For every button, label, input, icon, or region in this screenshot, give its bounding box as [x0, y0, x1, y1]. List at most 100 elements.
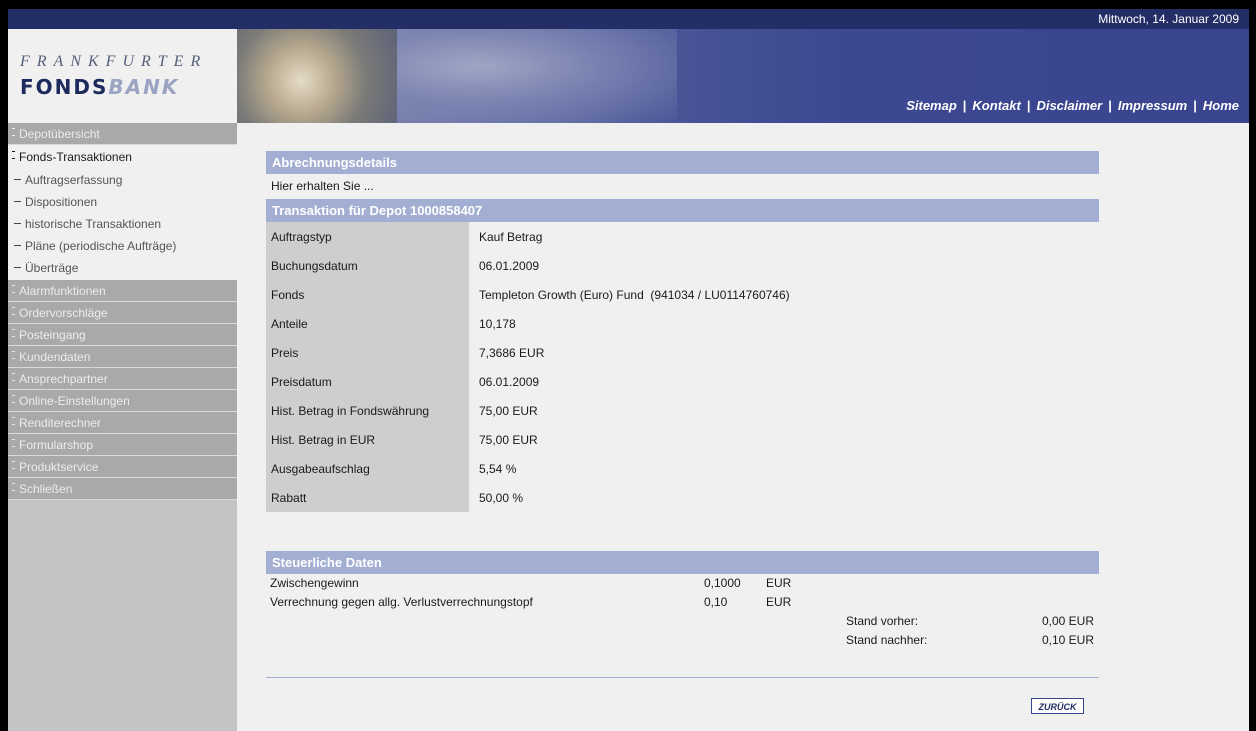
- back-button[interactable]: ZURÜCK: [1031, 698, 1084, 714]
- logo-line-1: FRANKFURTER: [20, 53, 208, 70]
- sidebar-item-alarmfunktionen[interactable]: Alarmfunktionen: [8, 280, 237, 302]
- bullet-icon: [12, 483, 15, 491]
- window-border-right: [1249, 0, 1256, 731]
- sidebar-subitem-auftragserfassung[interactable]: Auftragserfassung: [8, 169, 237, 191]
- row-label: Preisdatum: [266, 367, 469, 396]
- top-navigation: Sitemap | Kontakt | Disclaimer | Impressum | Hom…: [906, 98, 1239, 113]
- sidebar-item-depotuebersicht[interactable]: Depotübersicht: [8, 123, 237, 145]
- bullet-icon: [12, 307, 15, 315]
- row-value: 50,00 %: [479, 490, 524, 505]
- nav-separator: |: [1193, 98, 1197, 113]
- row-value: 7,3686 EUR: [479, 345, 545, 360]
- tax-currency: EUR: [766, 595, 792, 609]
- dash-icon: [14, 267, 21, 268]
- nav-separator: |: [1026, 98, 1031, 113]
- banner-photo: [237, 29, 397, 123]
- section-header-abrechnungsdetails: Abrechnungsdetails: [266, 151, 1099, 174]
- table-row: Hist. Betrag in EUR 75,00 EUR: [266, 425, 1099, 454]
- table-row: Auftragstyp Kauf Betrag: [266, 222, 1099, 251]
- table-row: Preisdatum 06.01.2009: [266, 367, 1099, 396]
- row-value: 06.01.2009: [479, 258, 540, 273]
- row-label: Auftragstyp: [266, 222, 469, 251]
- bank-logo[interactable]: FRANKFURTER FONDSBANK: [8, 29, 237, 123]
- dash-icon: [14, 223, 21, 224]
- tax-row-stand-nachher: Stand nachher: 0,10 EUR: [266, 631, 1099, 650]
- section-header-steuerliche-daten: Steuerliche Daten: [266, 551, 1099, 574]
- intro-text: Hier erhalten Sie ...: [271, 179, 374, 193]
- nav-disclaimer-link[interactable]: Disclaimer: [1036, 98, 1102, 113]
- sidebar-item-label: Ansprechpartner: [19, 372, 108, 386]
- bullet-icon: [12, 417, 15, 425]
- nav-separator: |: [962, 98, 967, 113]
- sidebar-item-fonds-transaktionen[interactable]: Fonds-Transaktionen: [8, 145, 237, 169]
- sidebar-item-label: Formularshop: [19, 438, 94, 452]
- sidebar-item-posteingang[interactable]: Posteingang: [8, 324, 237, 346]
- sidebar-item-renditerechner[interactable]: Renditerechner: [8, 412, 237, 434]
- row-label: Anteile: [266, 309, 469, 338]
- row-label: Preis: [266, 338, 469, 367]
- sidebar-item-produktservice[interactable]: Produktservice: [8, 456, 237, 478]
- bullet-icon: [12, 439, 15, 447]
- bullet-icon: [12, 395, 15, 403]
- table-row: Hist. Betrag in Fondswährung 75,00 EUR: [266, 396, 1099, 425]
- nav-kontakt-link[interactable]: Kontakt: [972, 98, 1020, 113]
- sidebar-item-label: Online-Einstellungen: [19, 394, 130, 408]
- row-label: Hist. Betrag in Fondswährung: [266, 396, 469, 425]
- page-frame: Mittwoch, 14. Januar 2009 FRANKFURTER FO…: [0, 0, 1256, 731]
- sidebar-item-online-einstellungen[interactable]: Online-Einstellungen: [8, 390, 237, 412]
- sidebar-subitem-uebertraege[interactable]: Überträge: [8, 257, 237, 280]
- sidebar-item-formularshop[interactable]: Formularshop: [8, 434, 237, 456]
- table-row: Buchungsdatum 06.01.2009: [266, 251, 1099, 280]
- window-border-left: [0, 0, 8, 731]
- banner-photo-fade: [397, 29, 677, 123]
- tax-value: 0,10: [704, 595, 728, 609]
- sidebar-item-ansprechpartner[interactable]: Ansprechpartner: [8, 368, 237, 390]
- bullet-icon: [12, 285, 15, 293]
- logo-bank: BANK: [108, 75, 180, 99]
- sidebar-subitem-label: Pläne (periodische Aufträge): [25, 239, 177, 253]
- tax-row-stand-vorher: Stand vorher: 0,00 EUR: [266, 612, 1099, 631]
- window-border-top: [0, 0, 1256, 9]
- sidebar-item-label: Produktservice: [19, 460, 99, 474]
- logo-fonds: FONDS: [20, 75, 109, 99]
- logo-line-2: FONDSBANK: [20, 75, 179, 99]
- divider: [266, 677, 1099, 678]
- tax-currency: EUR: [766, 576, 792, 590]
- tax-row-verrechnung: Verrechnung gegen allg. Verlustverrechnu…: [266, 593, 1099, 612]
- tax-row-zwischengewinn: Zwischengewinn 0,1000 EUR: [266, 574, 1099, 593]
- sidebar-item-label: Renditerechner: [19, 416, 102, 430]
- sidebar-subitem-plaene[interactable]: Pläne (periodische Aufträge): [8, 235, 237, 257]
- nav-separator: |: [1108, 98, 1112, 113]
- sidebar-subitem-historische-transaktionen[interactable]: historische Transaktionen: [8, 213, 237, 235]
- table-row: Fonds Templeton Growth (Euro) Fund (94103…: [266, 280, 1099, 309]
- main-content: Abrechnungsdetails Hier erhalten Sie ...…: [266, 151, 1099, 512]
- sidebar-subitem-dispositionen[interactable]: Dispositionen: [8, 191, 237, 213]
- bullet-icon: [12, 128, 15, 136]
- row-label: Rabatt: [266, 483, 469, 512]
- sidebar-item-schliessen[interactable]: Schließen: [8, 478, 237, 500]
- row-label: Fonds: [266, 280, 469, 309]
- nav-sitemap-link[interactable]: Sitemap: [906, 98, 957, 113]
- nav-impressum-link[interactable]: Impressum: [1118, 98, 1187, 113]
- nav-home-link[interactable]: Home: [1203, 98, 1239, 113]
- date-bar: Mittwoch, 14. Januar 2009: [8, 9, 1249, 29]
- sidebar-item-kundendaten[interactable]: Kundendaten: [8, 346, 237, 368]
- section-header-transaktion: Transaktion für Depot 1000858407: [266, 199, 1099, 222]
- stand-vorher-label: Stand vorher:: [846, 614, 919, 628]
- row-label: Ausgabeaufschlag: [266, 454, 469, 483]
- row-value: Kauf Betrag: [479, 229, 543, 244]
- stand-nachher-value: 0,10 EUR: [1041, 633, 1094, 647]
- tax-value: 0,1000: [704, 576, 741, 590]
- sidebar-item-label: Fonds-Transaktionen: [19, 150, 132, 164]
- bullet-icon: [12, 461, 15, 469]
- table-row: Ausgabeaufschlag 5,54 %: [266, 454, 1099, 483]
- row-value: 5,54 %: [479, 461, 517, 476]
- sidebar-item-label: Posteingang: [19, 328, 86, 342]
- sidebar-item-label: Ordervorschläge: [19, 306, 108, 320]
- sidebar-item-ordervorschlaege[interactable]: Ordervorschläge: [8, 302, 237, 324]
- sidebar-item-label: Alarmfunktionen: [19, 284, 106, 298]
- row-value: 06.01.2009: [479, 374, 540, 389]
- table-row: Preis 7,3686 EUR: [266, 338, 1099, 367]
- stand-nachher-label: Stand nachher:: [846, 633, 928, 647]
- row-label: Hist. Betrag in EUR: [266, 425, 469, 454]
